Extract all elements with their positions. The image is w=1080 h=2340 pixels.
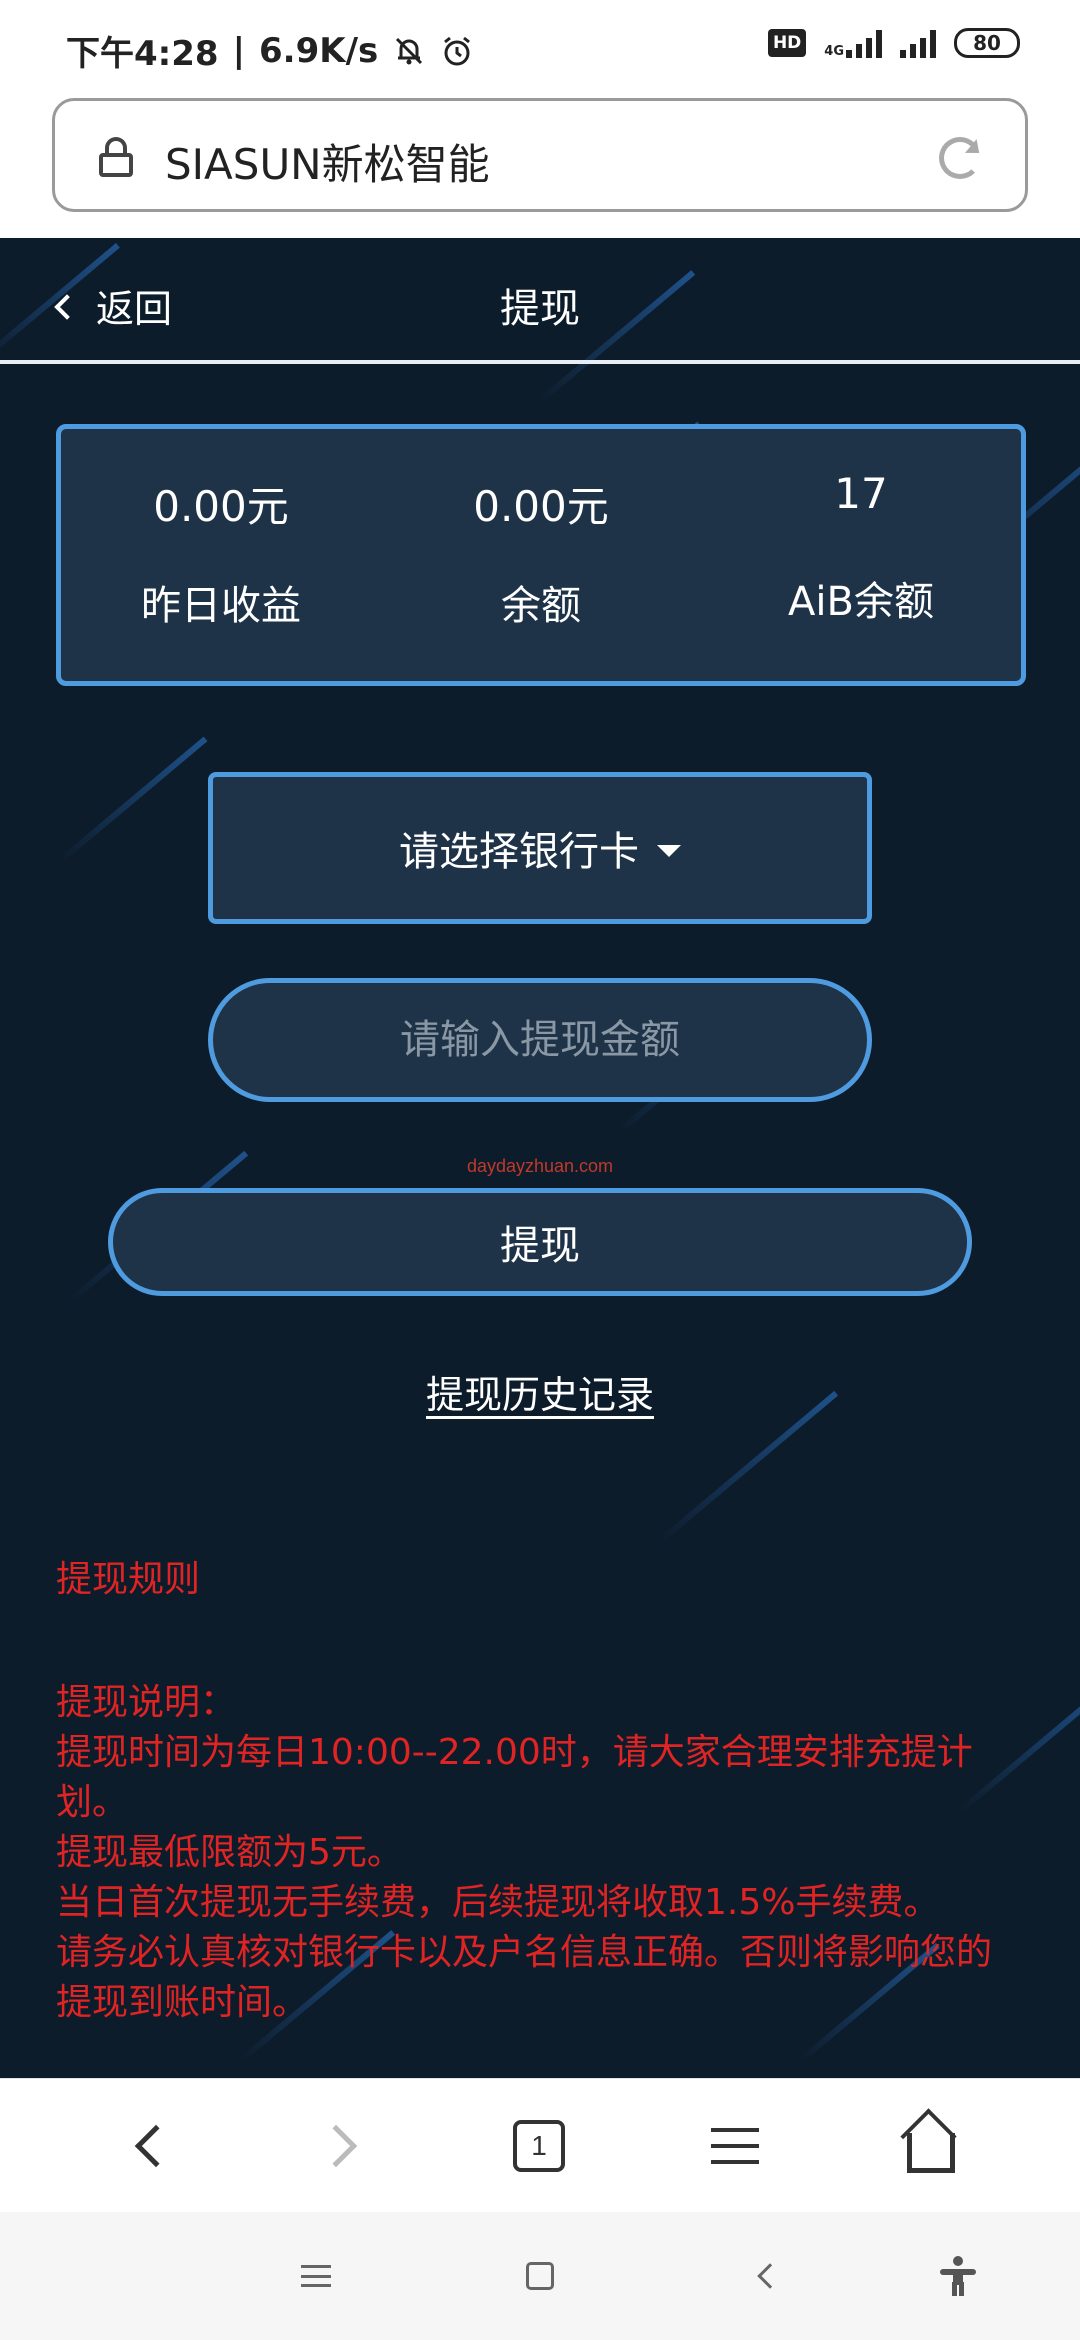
browser-back-button[interactable] bbox=[116, 2113, 182, 2179]
system-nav-bar bbox=[0, 2212, 1080, 2340]
hd-badge: HD bbox=[767, 29, 807, 57]
forward-icon bbox=[314, 2124, 358, 2168]
stat-label: AiB余额 bbox=[788, 579, 934, 625]
web-content: 返回 提现 0.00元 昨日收益 0.00元 余额 17 AiB余额 请选择银行… bbox=[0, 238, 1080, 2078]
accessibility-button[interactable] bbox=[934, 2252, 982, 2300]
system-home-button[interactable] bbox=[516, 2252, 564, 2300]
system-back-button[interactable] bbox=[746, 2252, 794, 2300]
menu-button[interactable] bbox=[702, 2113, 768, 2179]
stat-value: 17 bbox=[834, 469, 888, 518]
balance-card: 0.00元 昨日收益 0.00元 余额 17 AiB余额 bbox=[56, 424, 1026, 686]
withdraw-button[interactable]: 提现 bbox=[108, 1188, 972, 1296]
stat-label: 昨日收益 bbox=[141, 583, 301, 629]
tabs-button[interactable]: 1 bbox=[506, 2113, 572, 2179]
back-icon bbox=[134, 2124, 178, 2168]
bank-card-select[interactable]: 请选择银行卡 bbox=[208, 772, 872, 924]
home-button[interactable] bbox=[898, 2113, 964, 2179]
status-speed: 6.9K/s bbox=[259, 30, 379, 71]
browser-forward-button[interactable] bbox=[310, 2113, 376, 2179]
rules-line: 提现最低限额为5元。 bbox=[56, 1832, 403, 1873]
site-title[interactable]: SIASUN新松智能 bbox=[165, 131, 490, 192]
battery-icon: 80 bbox=[954, 28, 1020, 58]
rules-line: 提现说明： bbox=[56, 1682, 237, 1723]
rules-line: 提现时间为每日10:00--22.00时，请大家合理安排充提计划。 bbox=[56, 1732, 973, 1823]
rules-line: 请务必认真核对银行卡以及户名信息正确。否则将影响您的提现到账时间。 bbox=[56, 1932, 993, 2023]
watermark: daydayzhuan.com bbox=[466, 1156, 614, 1176]
recents-icon bbox=[301, 2265, 331, 2287]
browser-toolbar: 1 bbox=[0, 2078, 1080, 2212]
stat-value: 0.00元 bbox=[153, 482, 289, 531]
bell-muted-icon bbox=[396, 37, 423, 64]
home-icon bbox=[907, 2133, 955, 2173]
address-bar[interactable]: SIASUN新松智能 bbox=[52, 98, 1028, 212]
signal-icon-2 bbox=[900, 28, 936, 58]
lock-icon bbox=[99, 137, 133, 177]
accessibility-icon bbox=[940, 2256, 976, 2296]
menu-icon bbox=[711, 2128, 759, 2164]
home-square-icon bbox=[526, 2262, 554, 2290]
status-divider: | bbox=[232, 30, 245, 71]
stat-label: 余额 bbox=[501, 583, 581, 629]
history-link-row: 提现历史记录 bbox=[0, 1364, 1080, 1419]
status-time: 下午4:28 bbox=[66, 34, 219, 74]
reload-icon[interactable] bbox=[939, 137, 981, 179]
status-left: 下午4:28 | 6.9K/s bbox=[66, 26, 474, 75]
page-header: 返回 提现 bbox=[0, 238, 1080, 364]
stat-value: 0.00元 bbox=[473, 482, 609, 531]
withdraw-history-link[interactable]: 提现历史记录 bbox=[426, 1373, 654, 1417]
rules-title: 提现规则 bbox=[56, 1559, 201, 1600]
status-bar: 下午4:28 | 6.9K/s HD 4G 80 bbox=[0, 0, 1080, 96]
signal-icon bbox=[846, 28, 882, 58]
tabs-icon: 1 bbox=[513, 2120, 565, 2172]
amount-input[interactable] bbox=[208, 978, 872, 1102]
rules-line: 当日首次提现无手续费，后续提现将收取1.5%手续费。 bbox=[56, 1882, 940, 1923]
decor-streak bbox=[58, 736, 208, 864]
network-type: 4G bbox=[824, 44, 844, 59]
bank-select-label: 请选择银行卡 bbox=[399, 829, 639, 875]
system-back-icon bbox=[757, 2263, 783, 2289]
alarm-icon bbox=[444, 36, 471, 65]
caret-down-icon bbox=[657, 845, 681, 857]
rules-text: 提现说明： 提现时间为每日10:00--22.00时，请大家合理安排充提计划。 … bbox=[56, 1678, 1026, 2028]
header-divider bbox=[0, 360, 1080, 364]
status-right: HD 4G 80 bbox=[767, 28, 1020, 59]
page-title: 提现 bbox=[500, 286, 580, 332]
recents-button[interactable] bbox=[292, 2252, 340, 2300]
